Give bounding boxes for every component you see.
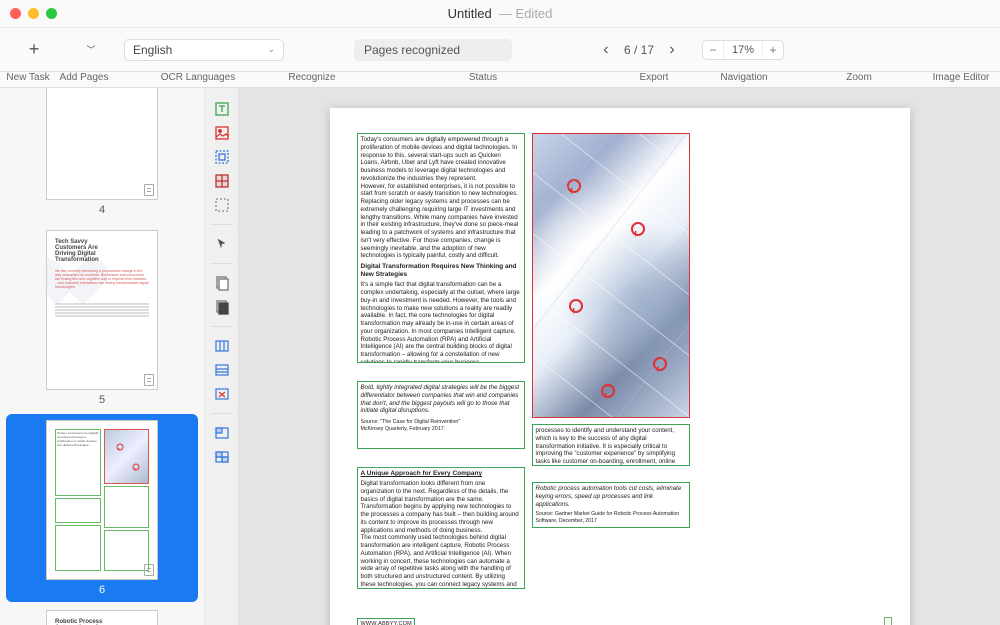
image-editor-label: Image Editor (922, 72, 1000, 83)
new-task-label: New Task (0, 72, 56, 83)
ocr-languages-label: OCR Languages (112, 72, 284, 83)
new-task-button[interactable]: + (29, 39, 40, 61)
footer-zone[interactable]: WWW.ABBYY.COM (357, 618, 415, 625)
delete-separator-tool[interactable] (210, 383, 234, 405)
window-controls (10, 8, 57, 19)
text-zone-quote-1[interactable]: Bold, tightly integrated digital strateg… (357, 381, 525, 449)
next-page-button[interactable]: › (662, 40, 682, 60)
page-number-box (884, 617, 892, 625)
prev-page-button[interactable]: ‹ (596, 40, 616, 60)
minimize-window-button[interactable] (28, 8, 39, 19)
split-cells-tool[interactable] (210, 446, 234, 468)
zoom-value: 17% (723, 41, 763, 59)
thumbnail-page-6[interactable]: Today's consumers are digitally empowere… (6, 414, 198, 602)
picture-tool[interactable] (210, 122, 234, 144)
table-tool[interactable] (210, 170, 234, 192)
text-zone-quote-2[interactable]: Robotic process automation tools cut cos… (532, 482, 690, 528)
text-zone-3[interactable]: processes to identify and understand you… (532, 424, 690, 466)
status-field: Pages recognized (354, 39, 512, 61)
close-window-button[interactable] (10, 8, 21, 19)
thumbnail-page-5[interactable]: Tech Savvy Customers Are Driving Digital… (6, 224, 198, 412)
navigation-group: ‹ 6 / 17 › (596, 40, 682, 60)
zoom-label: Zoom (806, 72, 912, 83)
recognition-area-tool[interactable] (210, 194, 234, 216)
merge-cells-tool[interactable] (210, 422, 234, 444)
add-pages-label: Add Pages (56, 72, 112, 83)
order-areas-tool[interactable] (210, 272, 234, 294)
renumber-areas-tool[interactable] (210, 296, 234, 318)
pointer-tool[interactable] (210, 233, 234, 255)
window-title: Untitled — Edited (448, 6, 553, 21)
zoom-control: − 17% + (702, 40, 784, 60)
document-canvas[interactable]: Today's consumers are digitally empowere… (239, 88, 1000, 625)
titlebar: Untitled — Edited (0, 0, 1000, 28)
ocr-language-select[interactable]: English ⌄ (124, 39, 284, 61)
background-picture-tool[interactable] (210, 146, 234, 168)
thumbnail-page-4[interactable]: 4 (6, 88, 198, 222)
thumbnail-panel[interactable]: 4 Tech Savvy Customers Are Driving Digit… (0, 88, 205, 625)
toolbar: + ﹀ English ⌄ Pages recognized ‹ 6 / 17 … (0, 28, 1000, 72)
text-zone-2[interactable]: A Unique Approach for Every Company Digi… (357, 467, 525, 589)
fullscreen-window-button[interactable] (46, 8, 57, 19)
picture-zone[interactable] (532, 133, 690, 418)
tool-pane (205, 88, 239, 625)
thumbnail-page-7[interactable]: Robotic Process Automation – A Driving F… (6, 604, 198, 625)
zoom-in-button[interactable]: + (763, 43, 783, 57)
navigation-label: Navigation (682, 72, 806, 83)
export-label: Export (626, 72, 682, 83)
status-label: Status (340, 72, 626, 83)
toolbar-labels: New Task Add Pages OCR Languages Recogni… (0, 72, 1000, 88)
zoom-out-button[interactable]: − (703, 43, 723, 57)
text-zone-1[interactable]: Today's consumers are digitally empowere… (357, 133, 525, 363)
recognize-label: Recognize (284, 72, 340, 83)
page-indicator: 6 / 17 (618, 43, 660, 57)
text-area-tool[interactable] (210, 98, 234, 120)
add-pages-button[interactable]: ﹀ (84, 39, 95, 61)
page-6[interactable]: Today's consumers are digitally empowere… (330, 108, 910, 625)
add-vertical-separator-tool[interactable] (210, 335, 234, 357)
add-horizontal-separator-tool[interactable] (210, 359, 234, 381)
